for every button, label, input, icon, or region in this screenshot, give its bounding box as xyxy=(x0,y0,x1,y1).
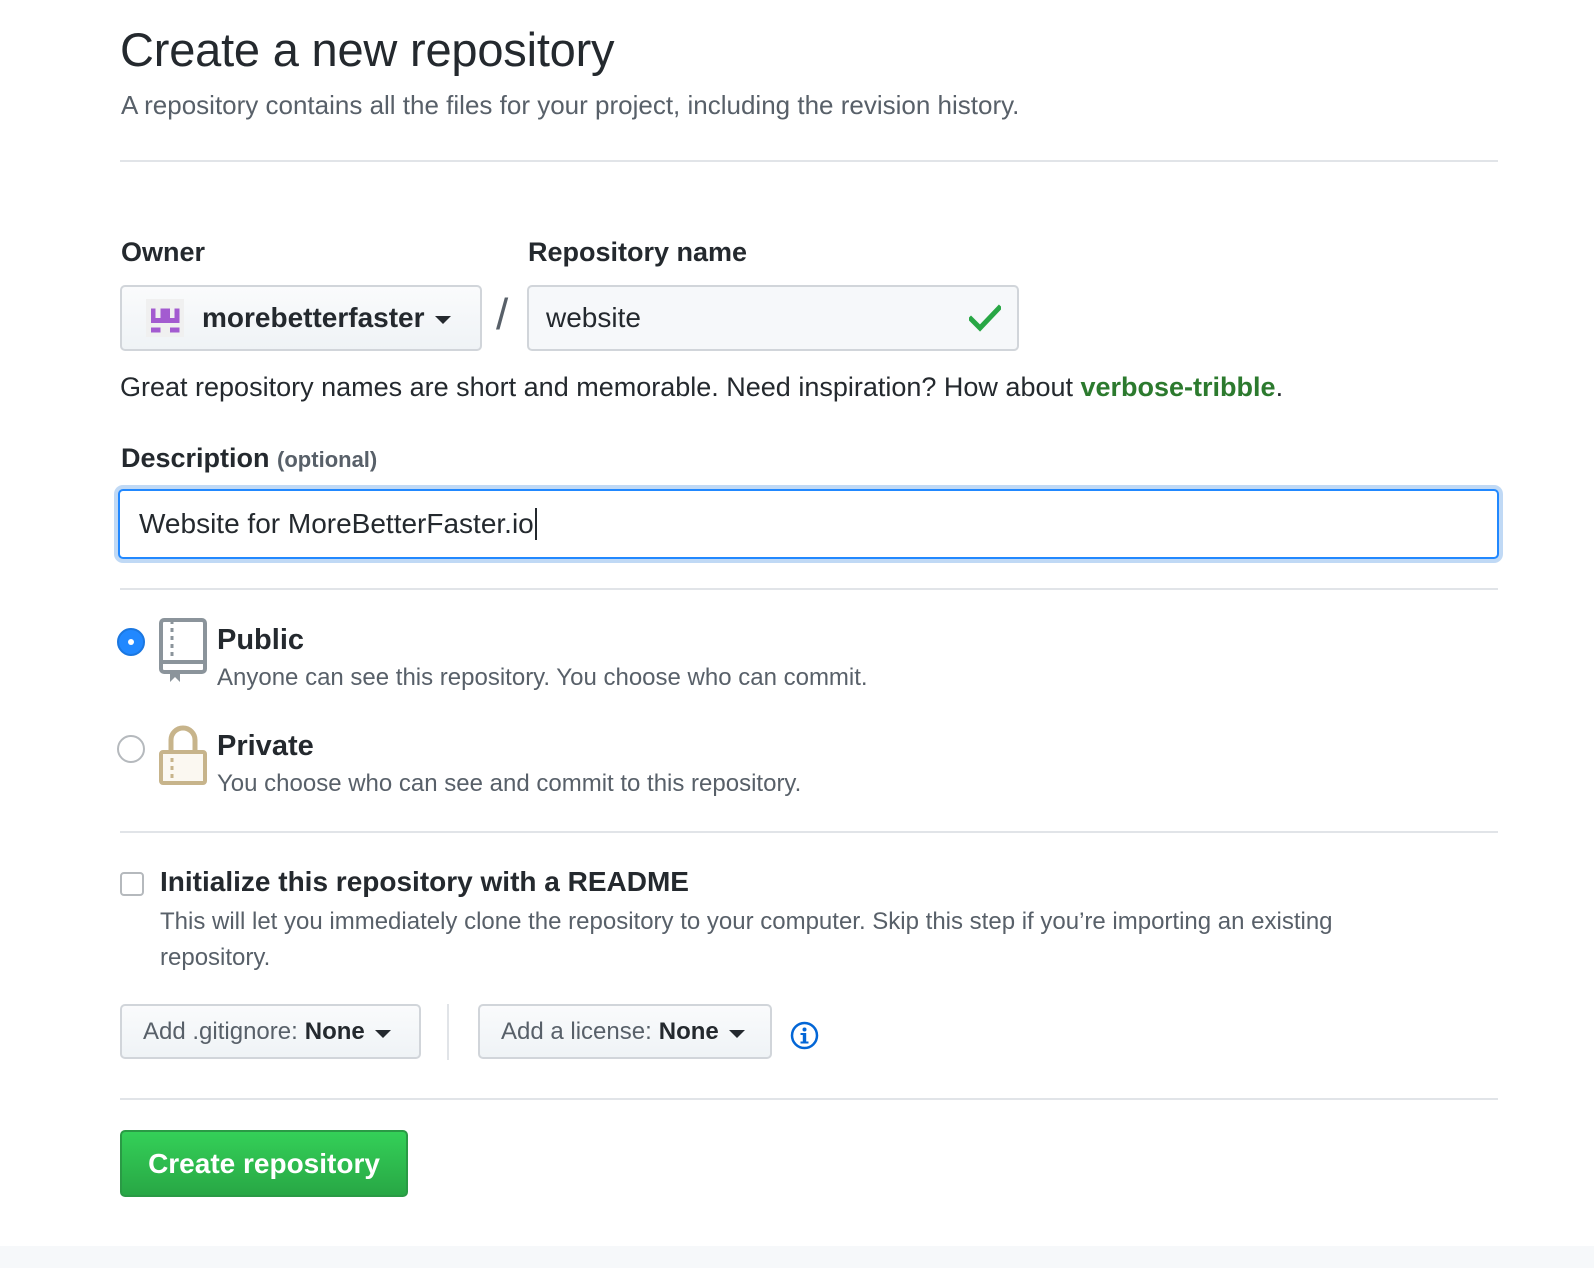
owner-select-button[interactable]: morebetterfaster xyxy=(120,285,482,351)
name-suggestion-link[interactable]: verbose-tribble xyxy=(1081,372,1276,402)
text-cursor xyxy=(534,508,537,540)
divider xyxy=(120,1098,1498,1100)
private-option-title: Private xyxy=(217,730,314,762)
hint-text: Great repository names are short and mem… xyxy=(120,372,1081,402)
repository-name-value: website xyxy=(546,302,641,333)
description-input[interactable]: Website for MoreBetterFaster.io xyxy=(118,489,1499,559)
check-icon xyxy=(969,304,1001,332)
page-subtitle: A repository contains all the files for … xyxy=(121,90,1020,120)
readme-checkbox[interactable] xyxy=(120,872,144,896)
gitignore-label: Add .gitignore: xyxy=(143,1017,298,1045)
private-radio[interactable] xyxy=(117,735,145,763)
description-label-text: Description xyxy=(121,443,270,473)
create-repository-button[interactable]: Create repository xyxy=(120,1130,408,1197)
info-icon[interactable] xyxy=(790,1021,819,1050)
license-select-button[interactable]: Add a license: None xyxy=(478,1004,772,1059)
hint-suffix: . xyxy=(1275,372,1284,402)
repository-name-input[interactable]: website xyxy=(527,285,1019,351)
owner-repo-separator: / xyxy=(496,290,509,339)
lock-icon xyxy=(159,725,207,785)
optional-label: (optional) xyxy=(277,447,378,472)
divider xyxy=(120,831,1498,833)
page-footer-strip xyxy=(0,1246,1594,1268)
public-option-title: Public xyxy=(217,624,305,656)
new-repository-page: Create a new repository A repository con… xyxy=(0,0,1594,1268)
owner-label: Owner xyxy=(121,237,206,267)
divider-vertical xyxy=(447,1004,449,1060)
description-value: Website for MoreBetterFaster.io xyxy=(139,508,534,539)
repository-name-hint: Great repository names are short and mem… xyxy=(120,372,1283,403)
readme-option-description: This will let you immediately clone the … xyxy=(160,908,1333,971)
chevron-down-icon xyxy=(434,316,451,324)
gitignore-select-button[interactable]: Add .gitignore: None xyxy=(120,1004,421,1059)
gitignore-value: None xyxy=(304,1017,365,1045)
divider xyxy=(120,588,1498,590)
license-value: None xyxy=(658,1017,719,1045)
owner-avatar-identicon xyxy=(146,299,184,337)
repo-icon xyxy=(159,618,207,682)
license-label: Add a license: xyxy=(501,1017,652,1045)
chevron-down-icon xyxy=(374,1029,391,1038)
repository-name-label: Repository name xyxy=(528,237,748,267)
public-option-description: Anyone can see this repository. You choo… xyxy=(217,664,868,691)
description-label: Description (optional) xyxy=(121,443,377,474)
divider xyxy=(120,160,1498,162)
chevron-down-icon xyxy=(728,1029,745,1038)
private-option-description: You choose who can see and commit to thi… xyxy=(217,770,802,797)
owner-name: morebetterfaster xyxy=(202,302,425,333)
public-radio[interactable] xyxy=(117,628,145,656)
page-title: Create a new repository xyxy=(120,23,615,76)
readme-option-title: Initialize this repository with a README xyxy=(160,866,689,897)
